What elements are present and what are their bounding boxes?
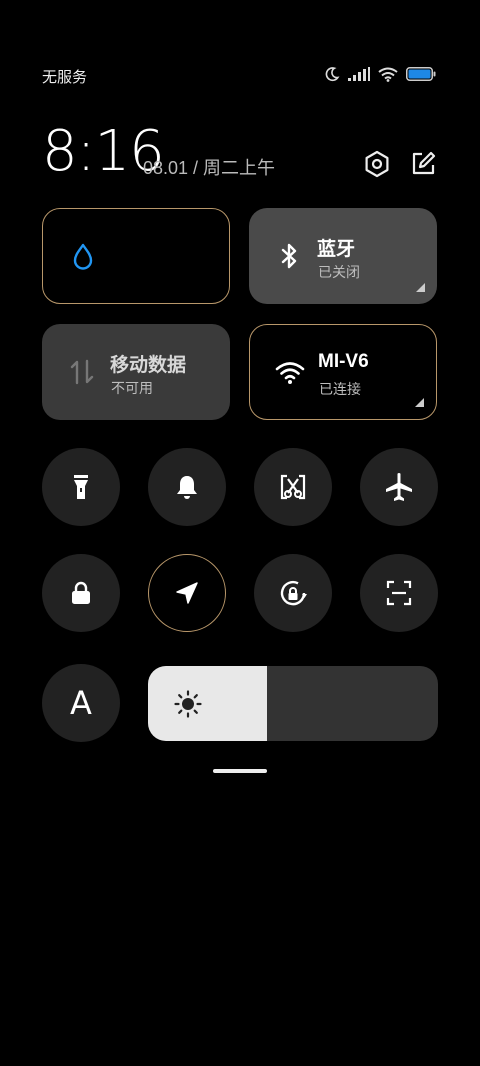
bell-icon <box>177 476 197 499</box>
toggle-ring[interactable] <box>148 448 226 526</box>
toggle-airplane[interactable] <box>360 448 438 526</box>
tile-wifi-status: 已连接 <box>319 381 361 397</box>
tile-mobile-data-title: 移动数据 <box>110 355 187 376</box>
scan-icon <box>386 580 412 606</box>
moon-icon <box>325 67 340 82</box>
battery-icon <box>406 67 436 81</box>
brightness-fill <box>148 666 267 741</box>
wifi-icon <box>275 362 305 384</box>
bluetooth-icon <box>281 243 297 269</box>
tile-data-saver[interactable] <box>42 208 230 304</box>
lock-icon <box>72 581 90 604</box>
flashlight-icon <box>74 475 88 499</box>
sun-icon <box>174 690 202 718</box>
edit-icon <box>412 151 436 175</box>
toggle-rotation-lock[interactable] <box>254 554 332 632</box>
toggle-screenshot[interactable] <box>254 448 332 526</box>
airplane-icon <box>386 472 412 501</box>
toggle-lock-screen[interactable] <box>42 554 120 632</box>
toggle-location[interactable] <box>148 554 226 632</box>
tile-mobile-data-status: 不可用 <box>111 380 153 396</box>
edit-button[interactable] <box>407 148 439 180</box>
expand-corner-icon[interactable] <box>416 283 425 292</box>
tile-wifi[interactable]: MI-V6 已连接 <box>249 324 437 420</box>
tile-bluetooth-status: 已关闭 <box>318 264 360 280</box>
signal-icon <box>348 67 370 81</box>
toggle-scanner[interactable] <box>360 554 438 632</box>
font-size-button[interactable]: A <box>42 664 120 742</box>
tile-bluetooth[interactable]: 蓝牙 已关闭 <box>249 208 437 304</box>
tile-wifi-title: MI-V6 <box>318 351 369 372</box>
clock-date: 08.01 / 周二上午 <box>143 158 276 178</box>
carrier-label: 无服务 <box>42 69 88 86</box>
settings-icon <box>365 150 389 178</box>
drag-handle[interactable] <box>213 769 267 773</box>
mobile-data-icon <box>70 359 94 385</box>
scissors-icon <box>280 474 306 500</box>
tile-bluetooth-title: 蓝牙 <box>317 239 356 260</box>
brightness-slider[interactable] <box>148 666 438 741</box>
font-size-label: A <box>70 684 92 722</box>
status-icons <box>324 66 436 82</box>
location-arrow-icon <box>176 582 198 604</box>
rotation-lock-icon <box>280 580 307 606</box>
settings-button[interactable] <box>361 148 393 180</box>
toggle-flashlight[interactable] <box>42 448 120 526</box>
wifi-status-icon <box>378 67 398 82</box>
status-bar: 无服务 <box>0 62 480 90</box>
tile-mobile-data[interactable]: 移动数据 不可用 <box>42 324 230 420</box>
water-drop-icon <box>73 243 93 270</box>
expand-corner-icon[interactable] <box>415 398 424 407</box>
